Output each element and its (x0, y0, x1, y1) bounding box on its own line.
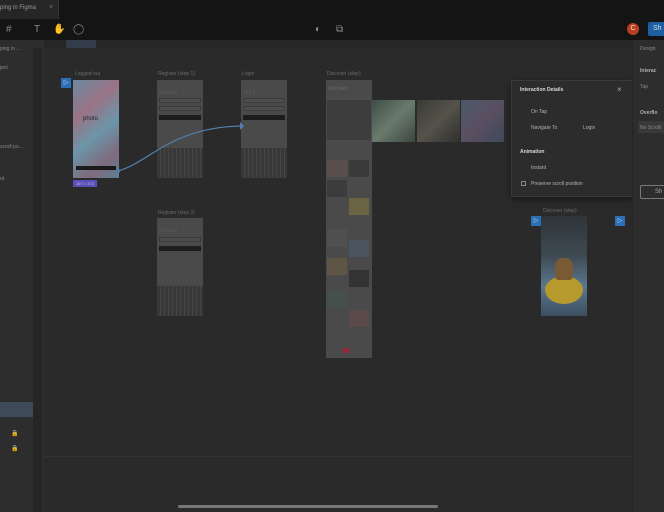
interaction-heading: Interac (640, 68, 657, 74)
interaction-details-panel: Interaction Details × On Tap Navigate To… (511, 80, 633, 197)
design-tab[interactable]: Design (640, 46, 656, 52)
panel-title: Interaction Details (520, 87, 564, 93)
preserve-scroll-label: Preserve scroll position (531, 181, 583, 187)
preserve-scroll-checkbox[interactable] (521, 181, 526, 186)
trigger-value: Tap (640, 84, 649, 90)
close-icon[interactable]: × (617, 85, 622, 94)
overflow-value[interactable]: No Scrolli (640, 125, 661, 131)
horizontal-scrollbar[interactable] (178, 505, 438, 508)
overflow-heading: Overflo (640, 110, 658, 116)
prototype-connection[interactable] (0, 0, 664, 512)
destination-select[interactable]: Login (583, 125, 595, 131)
action-select[interactable]: Navigate To (531, 125, 557, 131)
animation-heading: Animation (520, 149, 545, 155)
properties-panel: Design Interac Tap Overflo No Scrolli Sh (632, 40, 664, 512)
trigger-select[interactable]: On Tap (531, 109, 547, 115)
animation-select[interactable]: Instant (531, 165, 546, 171)
share-prototype-button[interactable]: Sh (640, 185, 664, 199)
